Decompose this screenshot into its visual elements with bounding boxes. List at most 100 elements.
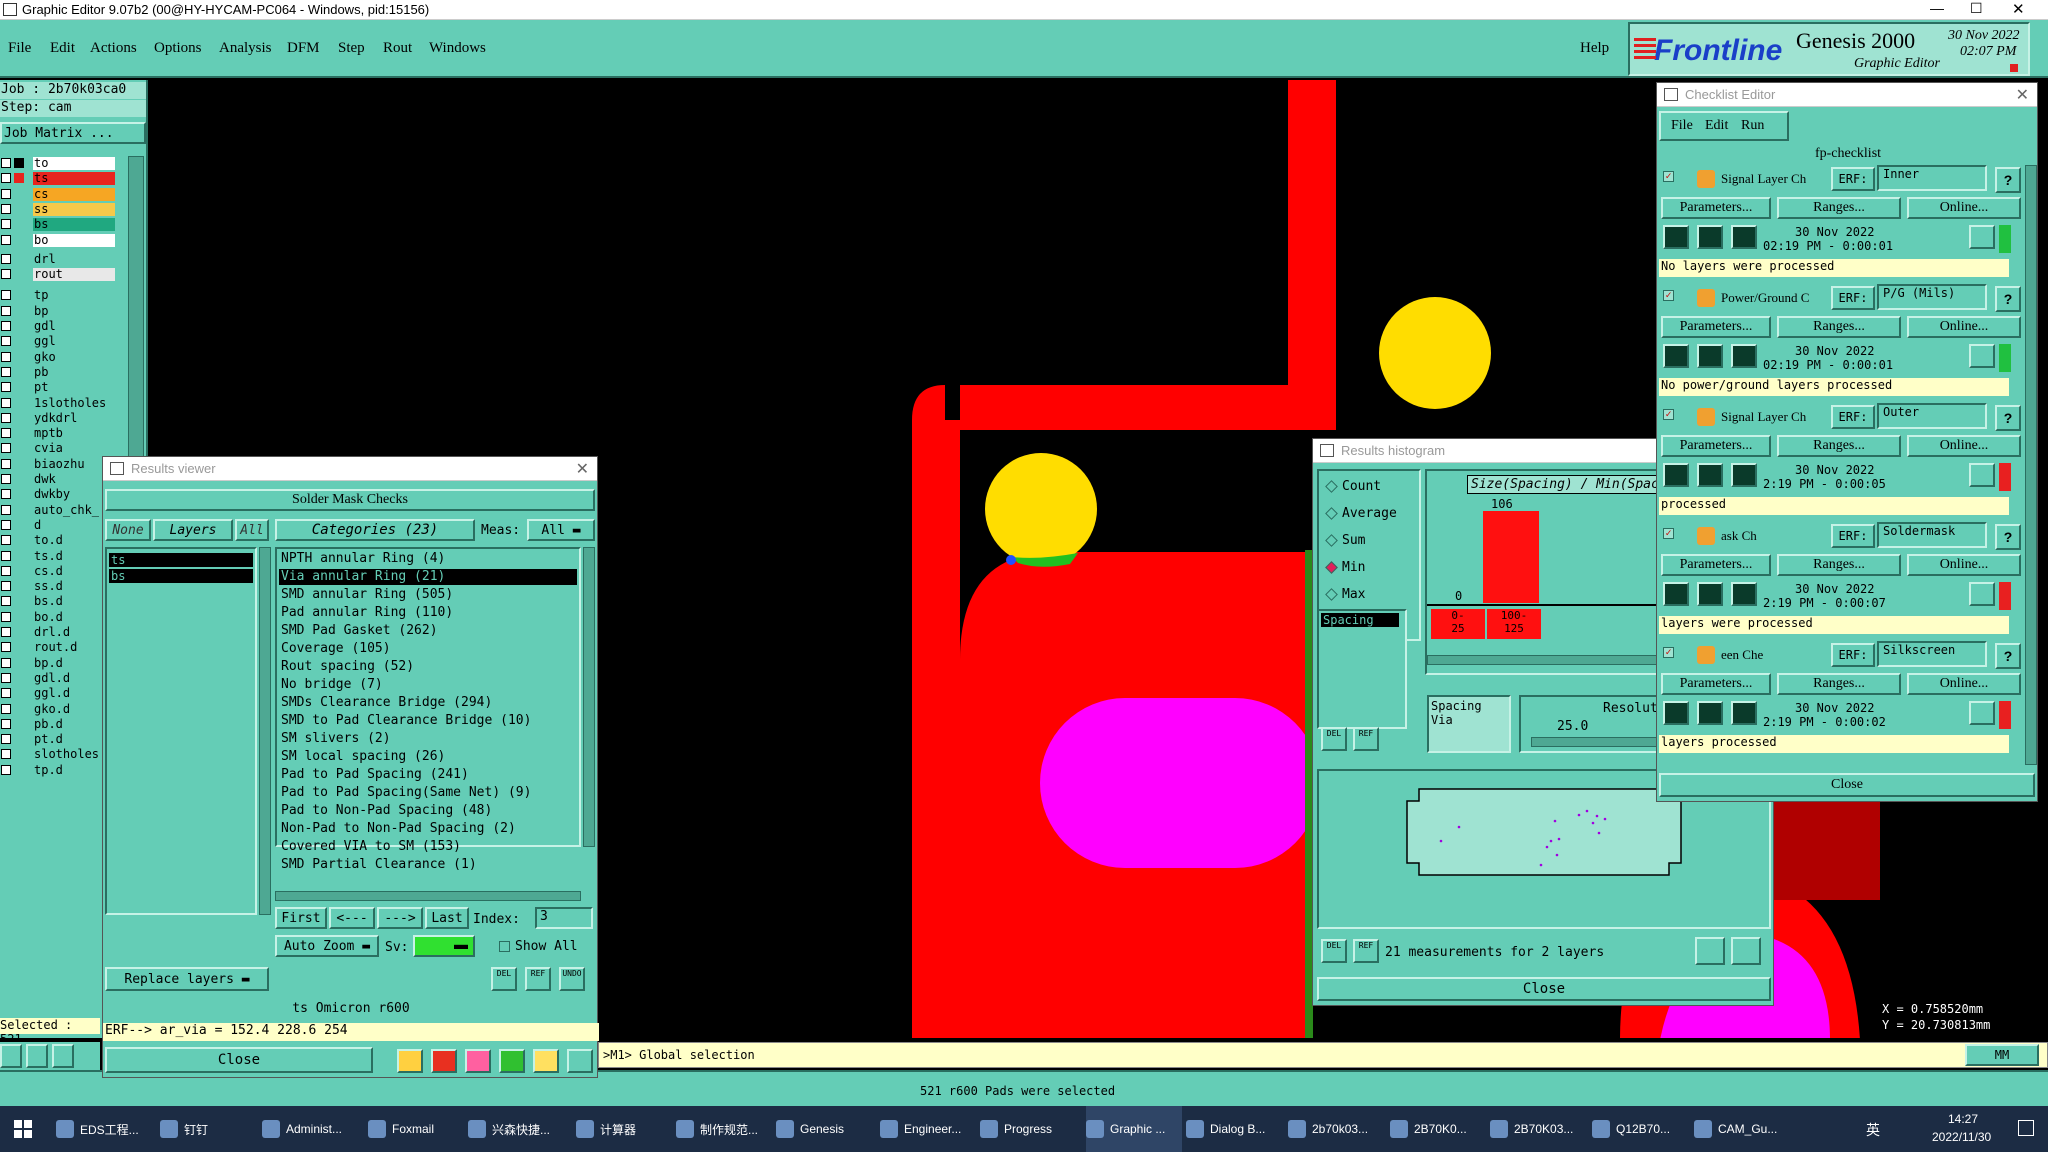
layer-row[interactable]: ss: [0, 202, 116, 217]
layer-name[interactable]: tp: [33, 289, 115, 303]
help-button[interactable]: ?: [1995, 524, 2021, 550]
stop-icon[interactable]: [1731, 225, 1757, 249]
categories-scrollbar[interactable]: [583, 547, 595, 847]
units-selector[interactable]: MM: [1965, 1044, 2039, 1066]
layer-checkbox[interactable]: [1, 504, 11, 515]
layer-checkbox[interactable]: [1, 253, 11, 264]
ranges-button[interactable]: Ranges...: [1777, 435, 1901, 457]
layer-name[interactable]: drl: [33, 252, 115, 266]
layer-checkbox[interactable]: [1, 611, 11, 622]
view-results-icon[interactable]: [1969, 701, 1995, 725]
tab-all[interactable]: All: [235, 519, 269, 541]
stop-icon[interactable]: [1731, 463, 1757, 487]
layer-checkbox[interactable]: [1, 489, 11, 500]
last-button[interactable]: Last: [425, 907, 469, 929]
layer-checkbox[interactable]: [1, 382, 11, 393]
zoom-fit-icon[interactable]: [1731, 937, 1761, 965]
menu-edit[interactable]: Edit: [50, 40, 75, 57]
layer-name[interactable]: cs: [33, 187, 115, 201]
category-item[interactable]: SMD Pad Gasket (262): [279, 623, 577, 639]
taskbar-item[interactable]: Dialog B...: [1186, 1106, 1282, 1152]
notification-icon[interactable]: [2018, 1120, 2034, 1136]
parameters-button[interactable]: Parameters...: [1661, 554, 1771, 576]
layer-checkbox[interactable]: [1, 627, 11, 637]
menu-analysis[interactable]: Analysis: [219, 40, 272, 57]
category-item[interactable]: Pad to Pad Spacing (241): [279, 767, 577, 783]
bin-0-25[interactable]: 0- 25: [1431, 609, 1485, 639]
category-item[interactable]: Pad to Pad Spacing(Same Net) (9): [279, 785, 577, 801]
layer-row[interactable]: ss.d: [0, 579, 116, 594]
ranges-button[interactable]: Ranges...: [1777, 554, 1901, 576]
layer-row[interactable]: cs: [0, 187, 116, 202]
grid-tool-icon[interactable]: [52, 1044, 74, 1068]
taskbar-item[interactable]: 2B70K03...: [1490, 1106, 1586, 1152]
category-item[interactable]: No bridge (7): [279, 677, 577, 693]
ranges-button[interactable]: Ranges...: [1777, 316, 1901, 338]
menu-step[interactable]: Step: [338, 40, 365, 57]
erf-value[interactable]: Inner: [1877, 165, 1987, 191]
layer-row[interactable]: bo: [0, 233, 116, 248]
layer-name[interactable]: rout: [33, 268, 115, 282]
menu-file[interactable]: File: [8, 40, 31, 57]
histogram-bar[interactable]: [1483, 511, 1539, 603]
item-checkbox[interactable]: ✓: [1663, 409, 1674, 420]
layer-row[interactable]: gko: [0, 350, 116, 365]
layer-name[interactable]: ts: [33, 172, 115, 186]
stop-icon[interactable]: [1731, 701, 1757, 725]
taskbar-item[interactable]: 2b70k03...: [1288, 1106, 1384, 1152]
category-item[interactable]: SMDs Clearance Bridge (294): [279, 695, 577, 711]
layer-checkbox[interactable]: [1, 703, 11, 714]
categories-tab[interactable]: Categories (23): [275, 519, 475, 541]
windows-start-icon[interactable]: [14, 1120, 32, 1138]
layer-checkbox[interactable]: [1, 203, 11, 214]
item-name[interactable]: ask Ch: [1721, 528, 1831, 544]
close-icon[interactable]: ✕: [2016, 85, 2029, 105]
taskbar-item[interactable]: Administ...: [262, 1106, 358, 1152]
category-item[interactable]: SM local spacing (26): [279, 749, 577, 765]
layer-checkbox[interactable]: [1, 718, 11, 729]
layer-name[interactable]: pb: [33, 365, 115, 379]
taskbar-item[interactable]: Foxmail: [368, 1106, 464, 1152]
run-all-icon[interactable]: [1697, 701, 1723, 725]
layer-row[interactable]: cs.d: [0, 564, 116, 579]
taskbar-item[interactable]: 制作规范...: [676, 1106, 772, 1152]
del-button[interactable]: DEL: [1321, 939, 1347, 963]
run-all-icon[interactable]: [1697, 344, 1723, 368]
run-icon[interactable]: [1663, 225, 1689, 249]
stop-icon[interactable]: [1731, 344, 1757, 368]
tool-icon-5[interactable]: [533, 1049, 559, 1073]
layer-checkbox[interactable]: [1, 474, 11, 484]
layer-checkbox[interactable]: [1, 397, 11, 408]
layer-row[interactable]: pt: [0, 380, 116, 395]
prev-button[interactable]: <---: [329, 907, 375, 929]
layer-name[interactable]: gko: [33, 350, 115, 364]
draw-tool-icon[interactable]: [26, 1044, 48, 1068]
layer-checkbox[interactable]: [1, 596, 11, 607]
layer-checkbox[interactable]: [1, 321, 11, 331]
layer-name[interactable]: ggl: [33, 335, 115, 349]
parameters-button[interactable]: Parameters...: [1661, 673, 1771, 695]
run-all-icon[interactable]: [1697, 463, 1723, 487]
layer-checkbox[interactable]: [1, 764, 11, 775]
next-button[interactable]: --->: [377, 907, 423, 929]
layer-name[interactable]: bp: [33, 304, 115, 318]
category-item[interactable]: Pad annular Ring (110): [279, 605, 577, 621]
category-item[interactable]: Pad to Non-Pad Spacing (48): [279, 803, 577, 819]
tab-none[interactable]: None: [105, 519, 151, 541]
layer-row[interactable]: drl.d: [0, 625, 116, 640]
layer-checkbox[interactable]: [1, 336, 11, 347]
minimize-button[interactable]: —: [1930, 0, 1944, 16]
maximize-button[interactable]: ☐: [1970, 0, 1983, 17]
layer-name[interactable]: ss: [33, 202, 115, 216]
layer-row[interactable]: tp: [0, 288, 116, 303]
checklist-close-button[interactable]: Close: [1659, 773, 2035, 797]
layer-checkbox[interactable]: [1, 443, 11, 454]
layer-name[interactable]: pt: [33, 381, 115, 395]
show-all-checkbox[interactable]: [499, 941, 510, 952]
layer-name[interactable]: bo: [33, 233, 115, 247]
layer-row[interactable]: ggl: [0, 334, 116, 349]
erf-value[interactable]: Soldermask: [1877, 522, 1987, 548]
layer-row[interactable]: cvia: [0, 441, 116, 456]
taskbar-item[interactable]: 钉钉: [160, 1106, 256, 1152]
layer-row[interactable]: ydkdrl: [0, 411, 116, 426]
